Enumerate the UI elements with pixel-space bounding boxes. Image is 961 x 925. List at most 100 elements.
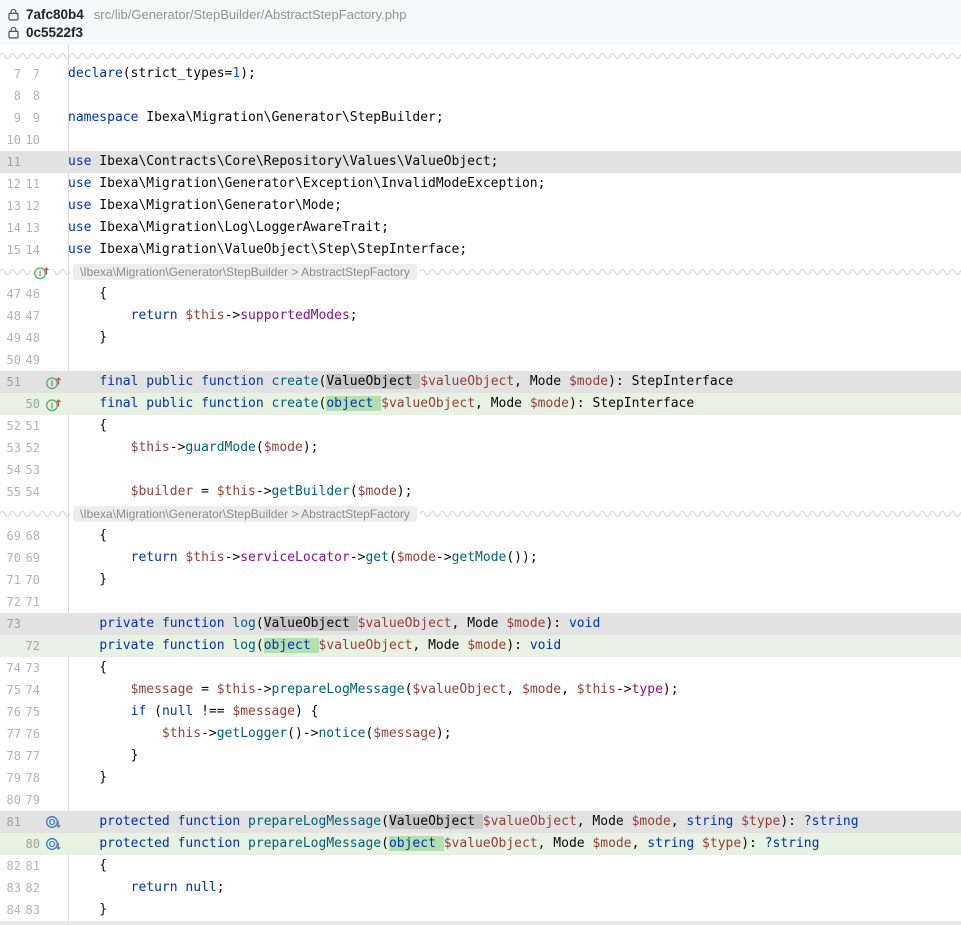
- line-gutter: 5453: [0, 459, 68, 481]
- code-text[interactable]: if (null !== $message) {: [68, 701, 961, 723]
- line-number-new: 7: [21, 63, 40, 85]
- line-number-new: 69: [21, 547, 40, 569]
- code-text[interactable]: $message = $this->prepareLogMessage($val…: [68, 679, 961, 701]
- code-line: 88: [0, 85, 961, 107]
- code-text[interactable]: namespace Ibexa\Migration\Generator\Step…: [68, 107, 961, 129]
- code-line: 7978 }: [0, 767, 961, 789]
- code-text[interactable]: [68, 349, 961, 371]
- code-text[interactable]: use Ibexa\Contracts\Core\Repository\Valu…: [68, 151, 961, 173]
- line-number-new: 78: [21, 767, 40, 789]
- line-gutter: 1010: [0, 129, 68, 151]
- implements-icon[interactable]: I: [31, 264, 52, 280]
- gutter-spacer: [40, 657, 66, 679]
- code-text[interactable]: {: [68, 657, 961, 679]
- line-gutter: 11: [0, 151, 68, 173]
- line-number-old: 51: [0, 371, 21, 393]
- gutter-spacer: [40, 151, 66, 173]
- line-number-old: 74: [0, 657, 21, 679]
- diff-editor[interactable]: 77declare(strict_types=1);8899namespace …: [0, 45, 961, 921]
- code-text[interactable]: {: [68, 525, 961, 547]
- code-text[interactable]: $builder = $this->getBuilder($mode);: [68, 481, 961, 503]
- gutter-spacer: [40, 437, 66, 459]
- commit-hash-old: 7afc80b4: [26, 7, 84, 22]
- code-line: 72 private function log(object $valueObj…: [0, 635, 961, 657]
- code-text[interactable]: return $this->supportedModes;: [68, 305, 961, 327]
- changed-token: ValueObject: [326, 374, 420, 389]
- line-number-old: 70: [0, 547, 21, 569]
- code-line: 7473 {: [0, 657, 961, 679]
- code-text[interactable]: [68, 591, 961, 613]
- code-text[interactable]: $this->getLogger()->notice($message);: [68, 723, 961, 745]
- gutter-spacer: [40, 283, 66, 305]
- line-number-old: 72: [0, 591, 21, 613]
- overridden-icon[interactable]: O: [40, 811, 66, 833]
- code-line: 5251 {: [0, 415, 961, 437]
- overridden-icon[interactable]: O: [40, 833, 66, 855]
- line-gutter: 7170: [0, 569, 68, 591]
- gutter-spacer: [40, 415, 66, 437]
- code-text[interactable]: [68, 459, 961, 481]
- code-text[interactable]: use Ibexa\Migration\Generator\Mode;: [68, 195, 961, 217]
- diff-separator: I \Ibexa\Migration\Generator\StepBuilder …: [0, 261, 961, 283]
- code-text[interactable]: }: [68, 569, 961, 591]
- code-text[interactable]: return null;: [68, 877, 961, 899]
- code-text[interactable]: final public function create(object $val…: [68, 393, 961, 415]
- code-text[interactable]: use Ibexa\Migration\Generator\Exception\…: [68, 173, 961, 195]
- code-text[interactable]: use Ibexa\Migration\ValueObject\Step\Ste…: [68, 239, 961, 261]
- code-text[interactable]: protected function prepareLogMessage(Val…: [68, 811, 961, 833]
- code-text[interactable]: {: [68, 855, 961, 877]
- code-text[interactable]: }: [68, 327, 961, 349]
- implements-icon[interactable]: I: [40, 371, 66, 393]
- line-number-old: 11: [0, 151, 21, 173]
- collapsed-region-label[interactable]: \Ibexa\Migration\Generator\StepBuilder >…: [73, 264, 417, 280]
- code-text[interactable]: }: [68, 767, 961, 789]
- code-text[interactable]: declare(strict_types=1);: [68, 63, 961, 85]
- code-text[interactable]: [68, 789, 961, 811]
- code-text[interactable]: private function log(object $valueObject…: [68, 635, 961, 657]
- line-number-new: 72: [21, 635, 40, 657]
- code-text[interactable]: {: [68, 415, 961, 437]
- code-line: 5049: [0, 349, 961, 371]
- code-line: 4746 {: [0, 283, 961, 305]
- svg-text:I: I: [39, 268, 41, 278]
- line-gutter: 51 I: [0, 371, 68, 393]
- gutter-spacer: [40, 305, 66, 327]
- code-text[interactable]: }: [68, 899, 961, 921]
- line-number-old: 83: [0, 877, 21, 899]
- code-text[interactable]: }: [68, 745, 961, 767]
- code-text[interactable]: [68, 129, 961, 151]
- code-text[interactable]: {: [68, 283, 961, 305]
- code-text[interactable]: protected function prepareLogMessage(obj…: [68, 833, 961, 855]
- line-gutter: 1413: [0, 217, 68, 239]
- line-gutter: 7574: [0, 679, 68, 701]
- code-text[interactable]: final public function create(ValueObject…: [68, 371, 961, 393]
- line-number-old: 75: [0, 679, 21, 701]
- line-number-old: 9: [0, 107, 21, 129]
- line-number-old: 15: [0, 239, 21, 261]
- diff-separator: \Ibexa\Migration\Generator\StepBuilder >…: [0, 503, 961, 525]
- line-gutter: 7069: [0, 547, 68, 569]
- line-number-new: 79: [21, 789, 40, 811]
- code-text[interactable]: [68, 85, 961, 107]
- gutter-spacer: [40, 63, 66, 85]
- line-number-old: 49: [0, 327, 21, 349]
- svg-text:I: I: [50, 378, 52, 388]
- implements-icon[interactable]: I: [40, 393, 66, 415]
- line-gutter: 99: [0, 107, 68, 129]
- code-text[interactable]: $this->guardMode($mode);: [68, 437, 961, 459]
- line-gutter: 7877: [0, 745, 68, 767]
- line-gutter: 7473: [0, 657, 68, 679]
- line-number-old: 48: [0, 305, 21, 327]
- line-gutter: 8483: [0, 899, 68, 921]
- code-text[interactable]: use Ibexa\Migration\Log\LoggerAwareTrait…: [68, 217, 961, 239]
- collapsed-region-label[interactable]: \Ibexa\Migration\Generator\StepBuilder >…: [73, 506, 417, 522]
- line-gutter: 50I: [0, 393, 68, 415]
- changed-token: object: [326, 396, 381, 411]
- code-line: 7574 $message = $this->prepareLogMessage…: [0, 679, 961, 701]
- gutter-spacer: [40, 877, 66, 899]
- code-text[interactable]: return $this->serviceLocator->get($mode-…: [68, 547, 961, 569]
- gutter-spacer: [40, 173, 66, 195]
- code-text[interactable]: private function log(ValueObject $valueO…: [68, 613, 961, 635]
- line-gutter: 77: [0, 63, 68, 85]
- line-number-new: 80: [21, 833, 40, 855]
